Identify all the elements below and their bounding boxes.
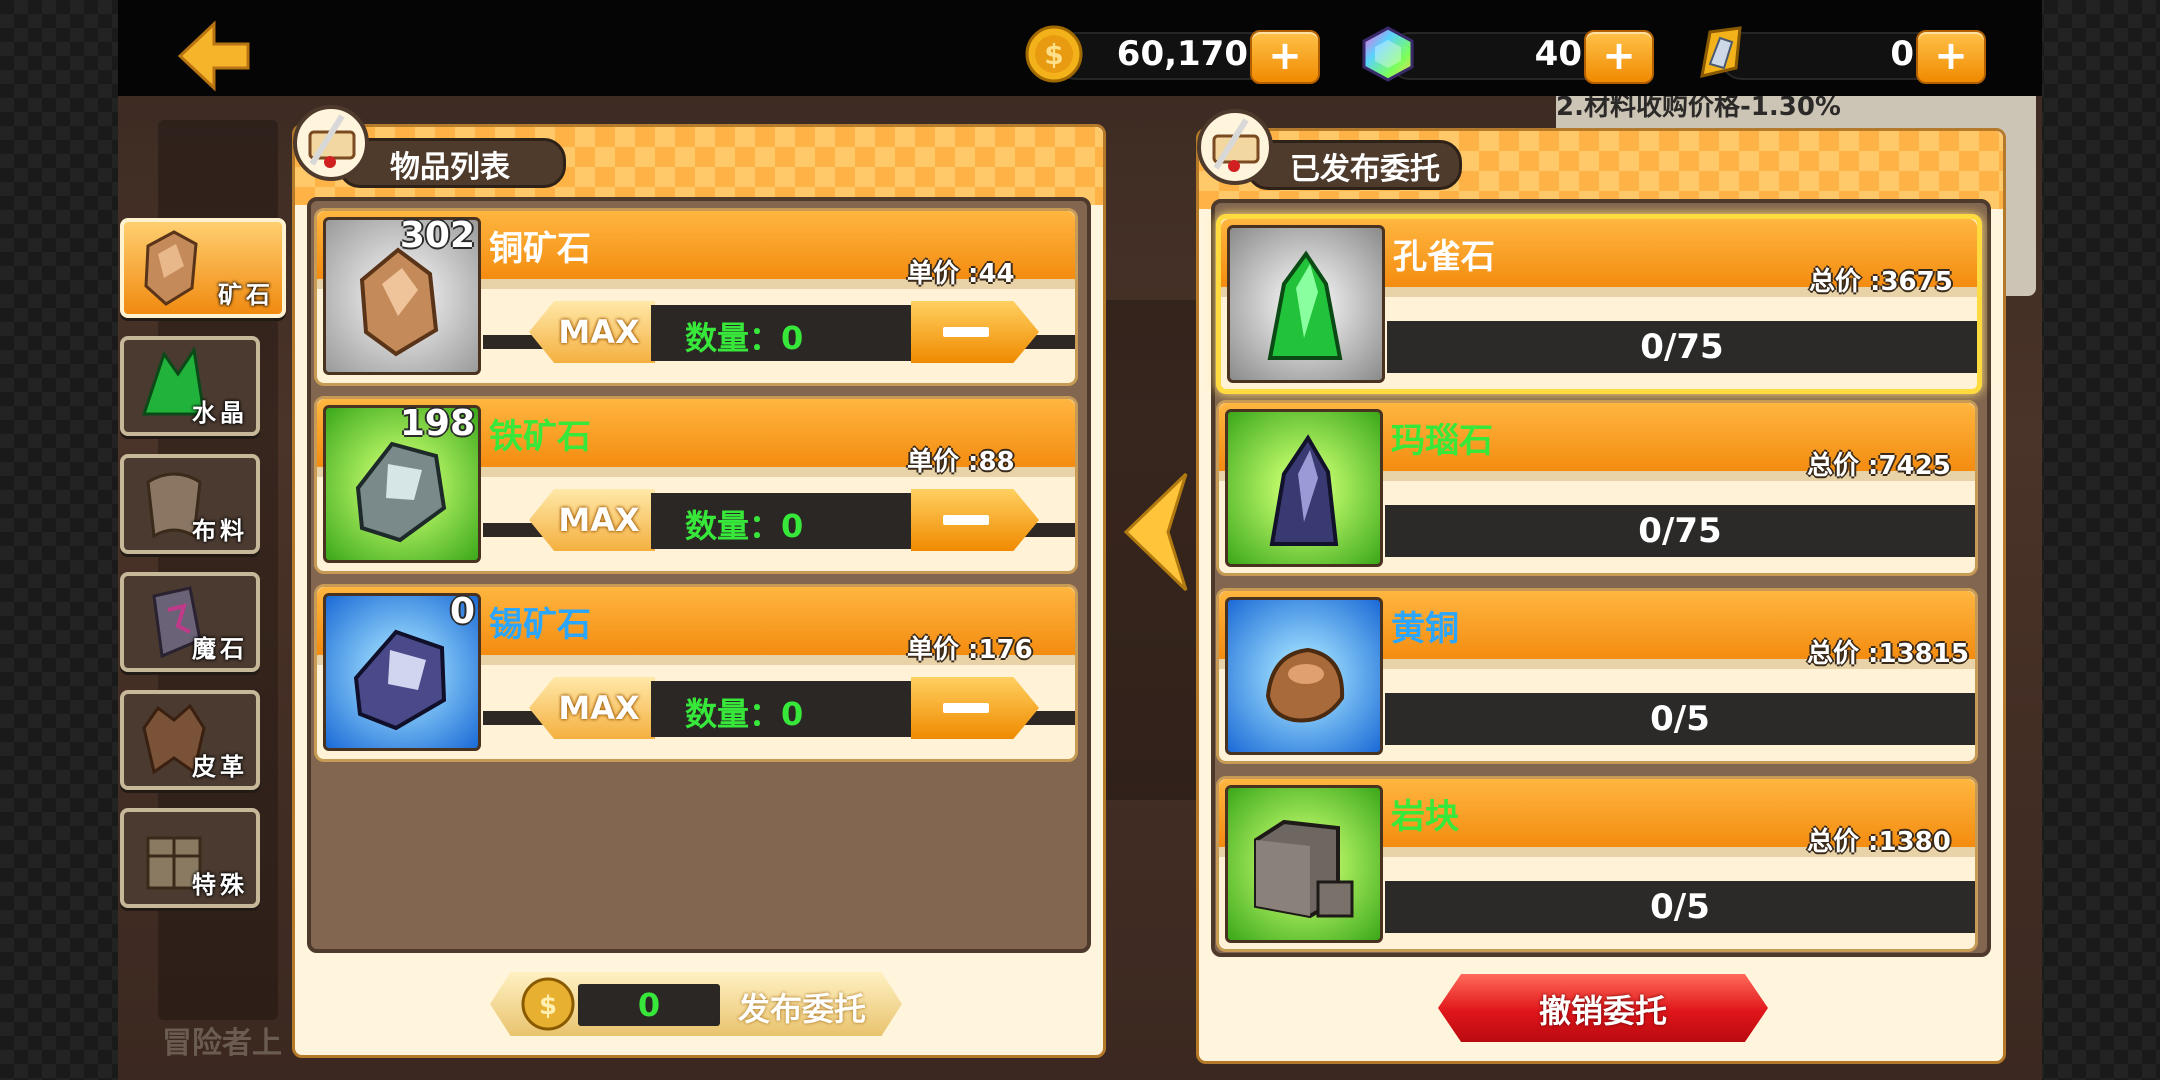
published-row-brass[interactable]: 黄铜 总价 :13815 0/5: [1216, 588, 1978, 764]
published-row-agate[interactable]: 玛瑙石 总价 :7425 0/75: [1216, 400, 1978, 576]
published-row-rock[interactable]: 岩块 总价 :1380 0/5: [1216, 776, 1978, 952]
malachite-progress-text: 0/75: [1640, 327, 1724, 367]
tin-unit-price: 单价 :176: [907, 635, 1033, 665]
add-token-button[interactable]: +: [1916, 30, 1986, 84]
tab-special[interactable]: 特殊: [120, 808, 260, 908]
published-title: 已发布委托: [1290, 152, 1440, 187]
brass-progress-text: 0/5: [1650, 699, 1710, 739]
tab-ore-label: 矿石: [218, 281, 274, 309]
svg-text:$: $: [1044, 38, 1063, 71]
brass-icon: [1265, 647, 1345, 723]
iron-unit-price: 单价 :88: [907, 447, 1015, 477]
minus-icon: [943, 327, 989, 337]
rock-progress-text: 0/5: [1650, 887, 1710, 927]
tab-ore[interactable]: 矿石: [120, 218, 286, 318]
tin-owned-count: 0: [449, 591, 475, 632]
gem-counter: 40 +: [1358, 24, 1658, 84]
agate-progress-text: 0/75: [1638, 511, 1722, 551]
token-counter: 0 +: [1690, 24, 1990, 84]
malachite-total-price: 总价 :3675: [1809, 267, 1953, 297]
rock-total-price: 总价 :1380: [1807, 827, 1951, 857]
rock-block-icon: [1254, 819, 1354, 919]
malachite-icon: [1267, 250, 1343, 360]
copper-minus-button[interactable]: [911, 301, 1039, 363]
gold-coin-icon: $: [521, 977, 575, 1031]
crystal-token-icon: [1700, 26, 1742, 78]
tab-magic-stone[interactable]: 魔石: [120, 572, 260, 672]
rock-name: 岩块: [1391, 797, 1459, 837]
copper-max-button[interactable]: MAX: [529, 301, 655, 363]
tab-leather-label: 皮革: [192, 753, 248, 781]
tab-cloth-label: 布料: [192, 517, 248, 545]
iron-name: 铁矿石: [489, 417, 591, 457]
agate-name: 玛瑙石: [1391, 421, 1493, 461]
malachite-progress: 0/75: [1387, 321, 1977, 373]
item-list-title: 物品列表: [390, 150, 510, 185]
add-gem-button[interactable]: +: [1584, 30, 1654, 84]
cancel-request-label: 撤销委托: [1538, 992, 1667, 1030]
chevron-left-icon[interactable]: [1116, 470, 1192, 594]
malachite-name: 孔雀石: [1393, 237, 1495, 277]
iron-max-button[interactable]: MAX: [529, 489, 655, 551]
agate-thumbnail: [1225, 409, 1383, 567]
rainbow-gem-icon: [1362, 26, 1414, 82]
gold-counter: $ 60,170 +: [1024, 24, 1324, 84]
back-arrow-icon[interactable]: [178, 20, 252, 92]
tab-crystal-label: 水晶: [192, 399, 248, 427]
publish-request-button[interactable]: 发布委托: [738, 984, 866, 1030]
copper-owned-count: 302: [399, 215, 475, 256]
brass-thumbnail: [1225, 597, 1383, 755]
item-row-iron[interactable]: 198 铁矿石 单价 :88 MAX 数量：0: [314, 396, 1078, 574]
publish-amount-field: 0: [578, 984, 720, 1026]
brass-progress: 0/5: [1385, 693, 1975, 745]
iron-quantity-field: 数量：0: [651, 493, 917, 549]
token-value: 0: [1890, 34, 1914, 74]
copper-unit-price: 单价 :44: [907, 259, 1015, 289]
copper-quantity-field: 数量：0: [651, 305, 917, 361]
gem-value: 40: [1534, 34, 1582, 74]
agate-total-price: 总价 :7425: [1807, 451, 1951, 481]
brass-total-price: 总价 :13815: [1807, 639, 1969, 669]
background-hint-text: 冒险者上: [162, 1026, 282, 1061]
ore-icon: [144, 230, 198, 306]
iron-owned-count: 198: [399, 403, 475, 444]
cancel-request-button[interactable]: 撤销委托: [1438, 974, 1768, 1042]
rock-thumbnail: [1225, 785, 1383, 943]
brass-name: 黄铜: [1391, 609, 1459, 649]
tin-quantity-text: 数量：0: [685, 695, 804, 733]
scroll-quill-icon: [293, 105, 369, 181]
tin-name: 锡矿石: [489, 605, 591, 645]
gold-coin-icon: $: [1025, 25, 1083, 83]
add-gold-button[interactable]: +: [1250, 30, 1320, 84]
svg-text:$: $: [539, 991, 557, 1021]
copper-quantity-text: 数量：0: [685, 319, 804, 357]
iron-quantity-text: 数量：0: [685, 507, 804, 545]
tab-special-label: 特殊: [192, 871, 248, 899]
published-row-malachite[interactable]: 孔雀石 总价 :3675 0/75: [1216, 214, 1982, 394]
publish-amount: 0: [637, 986, 661, 1024]
copper-name: 铜矿石: [489, 229, 591, 269]
agate-icon: [1269, 434, 1339, 546]
item-row-copper[interactable]: 302 铜矿石 单价 :44 MAX 数量：0: [314, 208, 1078, 386]
tin-minus-button[interactable]: [911, 677, 1039, 739]
tab-magic-stone-label: 魔石: [192, 635, 248, 663]
gold-value: 60,170: [1116, 34, 1248, 74]
tin-quantity-field: 数量：0: [651, 681, 917, 737]
malachite-thumbnail: [1227, 225, 1385, 383]
minus-icon: [943, 703, 989, 713]
tab-cloth[interactable]: 布料: [120, 454, 260, 554]
tab-crystal[interactable]: 水晶: [120, 336, 260, 436]
minus-icon: [943, 515, 989, 525]
item-row-tin[interactable]: 0 锡矿石 单价 :176 MAX 数量：0: [314, 584, 1078, 762]
iron-minus-button[interactable]: [911, 489, 1039, 551]
rock-progress: 0/5: [1385, 881, 1975, 933]
tin-max-button[interactable]: MAX: [529, 677, 655, 739]
agate-progress: 0/75: [1385, 505, 1975, 557]
scroll-quill-icon: [1197, 109, 1273, 185]
tab-leather[interactable]: 皮革: [120, 690, 260, 790]
